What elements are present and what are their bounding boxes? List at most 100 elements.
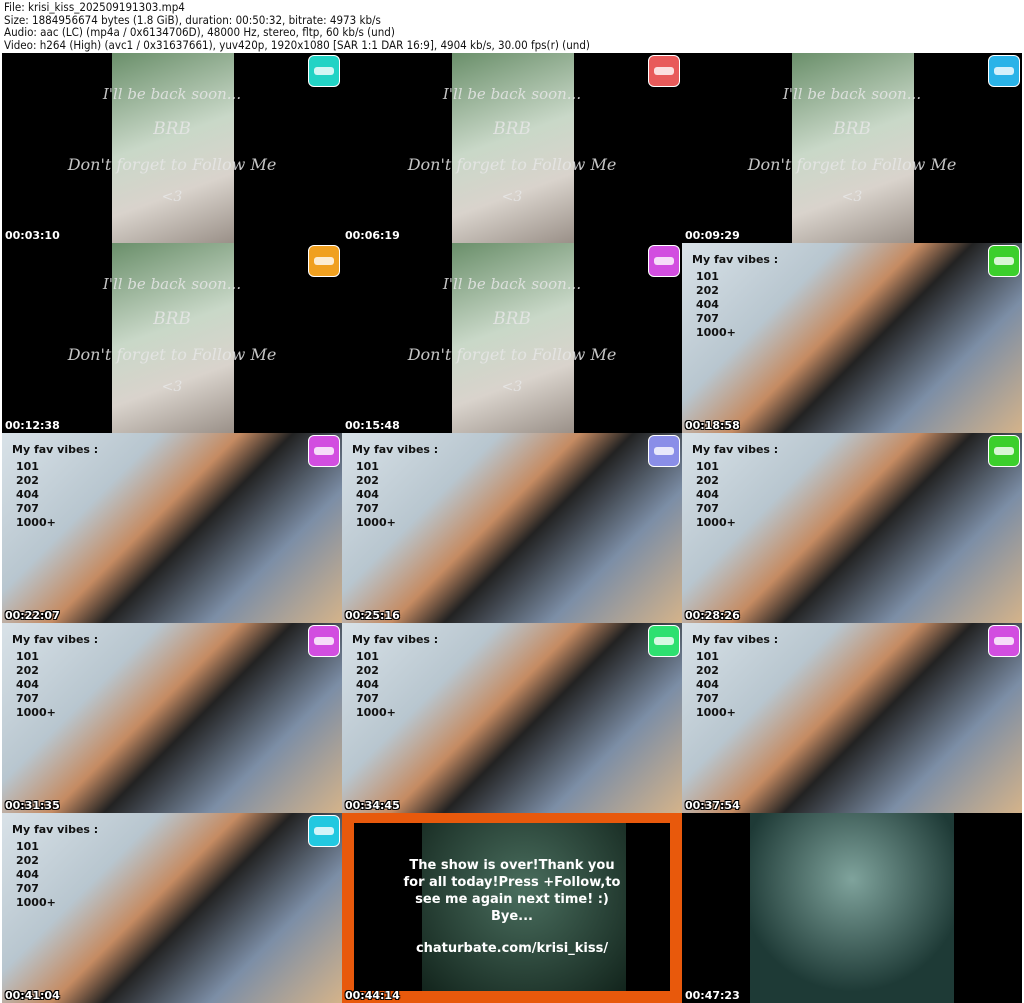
vibes-list: My fav vibes : 101 202 404 707 1000+ [12, 633, 98, 720]
timestamp: 00:31:35 [5, 799, 60, 812]
vibe-level: 101 [16, 840, 39, 853]
brb-line: I'll be back soon... [442, 275, 582, 293]
thumbnail-photo [452, 53, 574, 243]
club-badge-icon [988, 55, 1020, 87]
video-info: Video: h264 (High) (avc1 / 0x31637661), … [4, 37, 590, 52]
vibe-level: 404 [16, 868, 39, 881]
vibe-level: 101 [696, 270, 719, 283]
timestamp: 00:09:29 [685, 229, 740, 242]
thumbnail-tile: My fav vibes : 101 202 404 707 1000+ 00:25:1… [342, 433, 682, 623]
vibe-level: 101 [356, 650, 379, 663]
timestamp: 00:41:04 [5, 989, 60, 1002]
club-badge-icon [308, 245, 340, 277]
thumbnail-photo [112, 243, 234, 433]
vibe-level: 707 [356, 692, 379, 705]
brb-line: BRB [153, 309, 191, 329]
vibes-list: My fav vibes : 101 202 404 707 1000+ [12, 443, 98, 530]
brb-line: I'll be back soon... [102, 275, 242, 293]
end-message-block: The show is over!Thank you for all today… [402, 857, 622, 957]
brb-line: <3 [161, 379, 183, 395]
vibes-title: My fav vibes : [352, 443, 439, 456]
thumbnail-tile: My fav vibes : 101 202 404 707 1000+ 00:37:5… [682, 623, 1022, 813]
vibe-level: 202 [356, 664, 379, 677]
brb-line: I'll be back soon... [442, 85, 582, 103]
vibe-level: 404 [16, 678, 39, 691]
thumbnail-tile: My fav vibes : 101 202 404 707 1000+ 00:22:0… [2, 433, 342, 623]
thumbnail-tile: My fav vibes : 101 202 404 707 1000+ 00:34:4… [342, 623, 682, 813]
timestamp: 00:28:26 [685, 609, 740, 622]
thumbnail-tile: I'll be back soon... BRB Don't forget to… [342, 53, 682, 243]
thumbnail-tile: My fav vibes : 101 202 404 707 1000+ 00:18:5… [682, 243, 1022, 433]
vibe-level: 202 [696, 474, 719, 487]
vibe-level: 101 [696, 460, 719, 473]
vibe-level: 202 [696, 284, 719, 297]
vibe-level: 404 [356, 488, 379, 501]
club-badge-icon [648, 625, 680, 657]
club-badge-icon [308, 815, 340, 847]
vibes-list: My fav vibes : 101 202 404 707 1000+ [692, 633, 778, 720]
vibe-level: 101 [356, 460, 379, 473]
brb-line: BRB [493, 309, 531, 329]
file-name: File: krisi_kiss_202509191303.mp4 [4, 0, 185, 14]
brb-line: Don't forget to Follow Me [747, 155, 957, 174]
vibes-title: My fav vibes : [692, 443, 779, 456]
vibe-level: 1000+ [356, 516, 396, 529]
vibe-level: 202 [696, 664, 719, 677]
brb-line: Don't forget to Follow Me [67, 155, 277, 174]
timestamp: 00:03:10 [5, 229, 60, 242]
thumbnail-tile: My fav vibes : 101 202 404 707 1000+ 00:41:0… [2, 813, 342, 1003]
vibe-level: 707 [16, 692, 39, 705]
thumbnail-photo [792, 53, 914, 243]
vibe-level: 707 [356, 502, 379, 515]
club-badge-icon [988, 435, 1020, 467]
vibes-list: My fav vibes : 101 202 404 707 1000+ [352, 633, 438, 720]
club-badge-icon [648, 55, 680, 87]
timestamp: 00:37:54 [685, 799, 740, 812]
vibe-level: 707 [696, 312, 719, 325]
brb-line: Don't forget to Follow Me [67, 345, 277, 364]
brb-line: <3 [501, 379, 523, 395]
thumbnail-tile: I'll be back soon... BRB Don't forget to… [2, 243, 342, 433]
timestamp: 00:34:45 [345, 799, 400, 812]
brb-line: <3 [501, 189, 523, 205]
thumbnail-photo [452, 243, 574, 433]
vibe-level: 707 [696, 502, 719, 515]
brb-line: I'll be back soon... [782, 85, 922, 103]
vibe-level: 101 [16, 650, 39, 663]
vibes-list: My fav vibes : 101 202 404 707 1000+ [12, 823, 98, 910]
timestamp: 00:22:07 [5, 609, 60, 622]
thumbnail-tile: 00:47:23 [682, 813, 1022, 1003]
timestamp: 00:25:16 [345, 609, 400, 622]
vibe-level: 1000+ [356, 706, 396, 719]
vibe-level: 1000+ [696, 326, 736, 339]
vibes-list: My fav vibes : 101 202 404 707 1000+ [352, 443, 438, 530]
vibe-level: 707 [16, 882, 39, 895]
vibe-level: 404 [696, 678, 719, 691]
club-badge-icon [308, 435, 340, 467]
vibe-level: 1000+ [16, 706, 56, 719]
timestamp: 00:18:58 [685, 419, 740, 432]
timestamp: 00:15:48 [345, 419, 400, 432]
club-badge-icon [308, 625, 340, 657]
vibe-level: 101 [16, 460, 39, 473]
file-info-header: File: krisi_kiss_202509191303.mp4 Size: … [4, 1, 590, 51]
vibes-list: My fav vibes : 101 202 404 707 1000+ [692, 443, 778, 530]
club-badge-icon [648, 435, 680, 467]
club-badge-icon [988, 625, 1020, 657]
vibes-list: My fav vibes : 101 202 404 707 1000+ [692, 253, 778, 340]
timestamp: 00:06:19 [345, 229, 400, 242]
vibes-title: My fav vibes : [12, 823, 99, 836]
club-badge-icon [988, 245, 1020, 277]
thumbnail-tile: I'll be back soon... BRB Don't forget to… [682, 53, 1022, 243]
brb-line: BRB [493, 119, 531, 139]
end-message: The show is over!Thank you for all today… [403, 858, 621, 924]
vibe-level: 404 [16, 488, 39, 501]
vibe-level: 202 [16, 664, 39, 677]
thumbnail-photo [112, 53, 234, 243]
vibe-level: 202 [16, 854, 39, 867]
vibe-level: 707 [696, 692, 719, 705]
vibes-title: My fav vibes : [12, 443, 99, 456]
vibe-level: 1000+ [696, 706, 736, 719]
vibe-level: 707 [16, 502, 39, 515]
vibe-level: 404 [696, 298, 719, 311]
